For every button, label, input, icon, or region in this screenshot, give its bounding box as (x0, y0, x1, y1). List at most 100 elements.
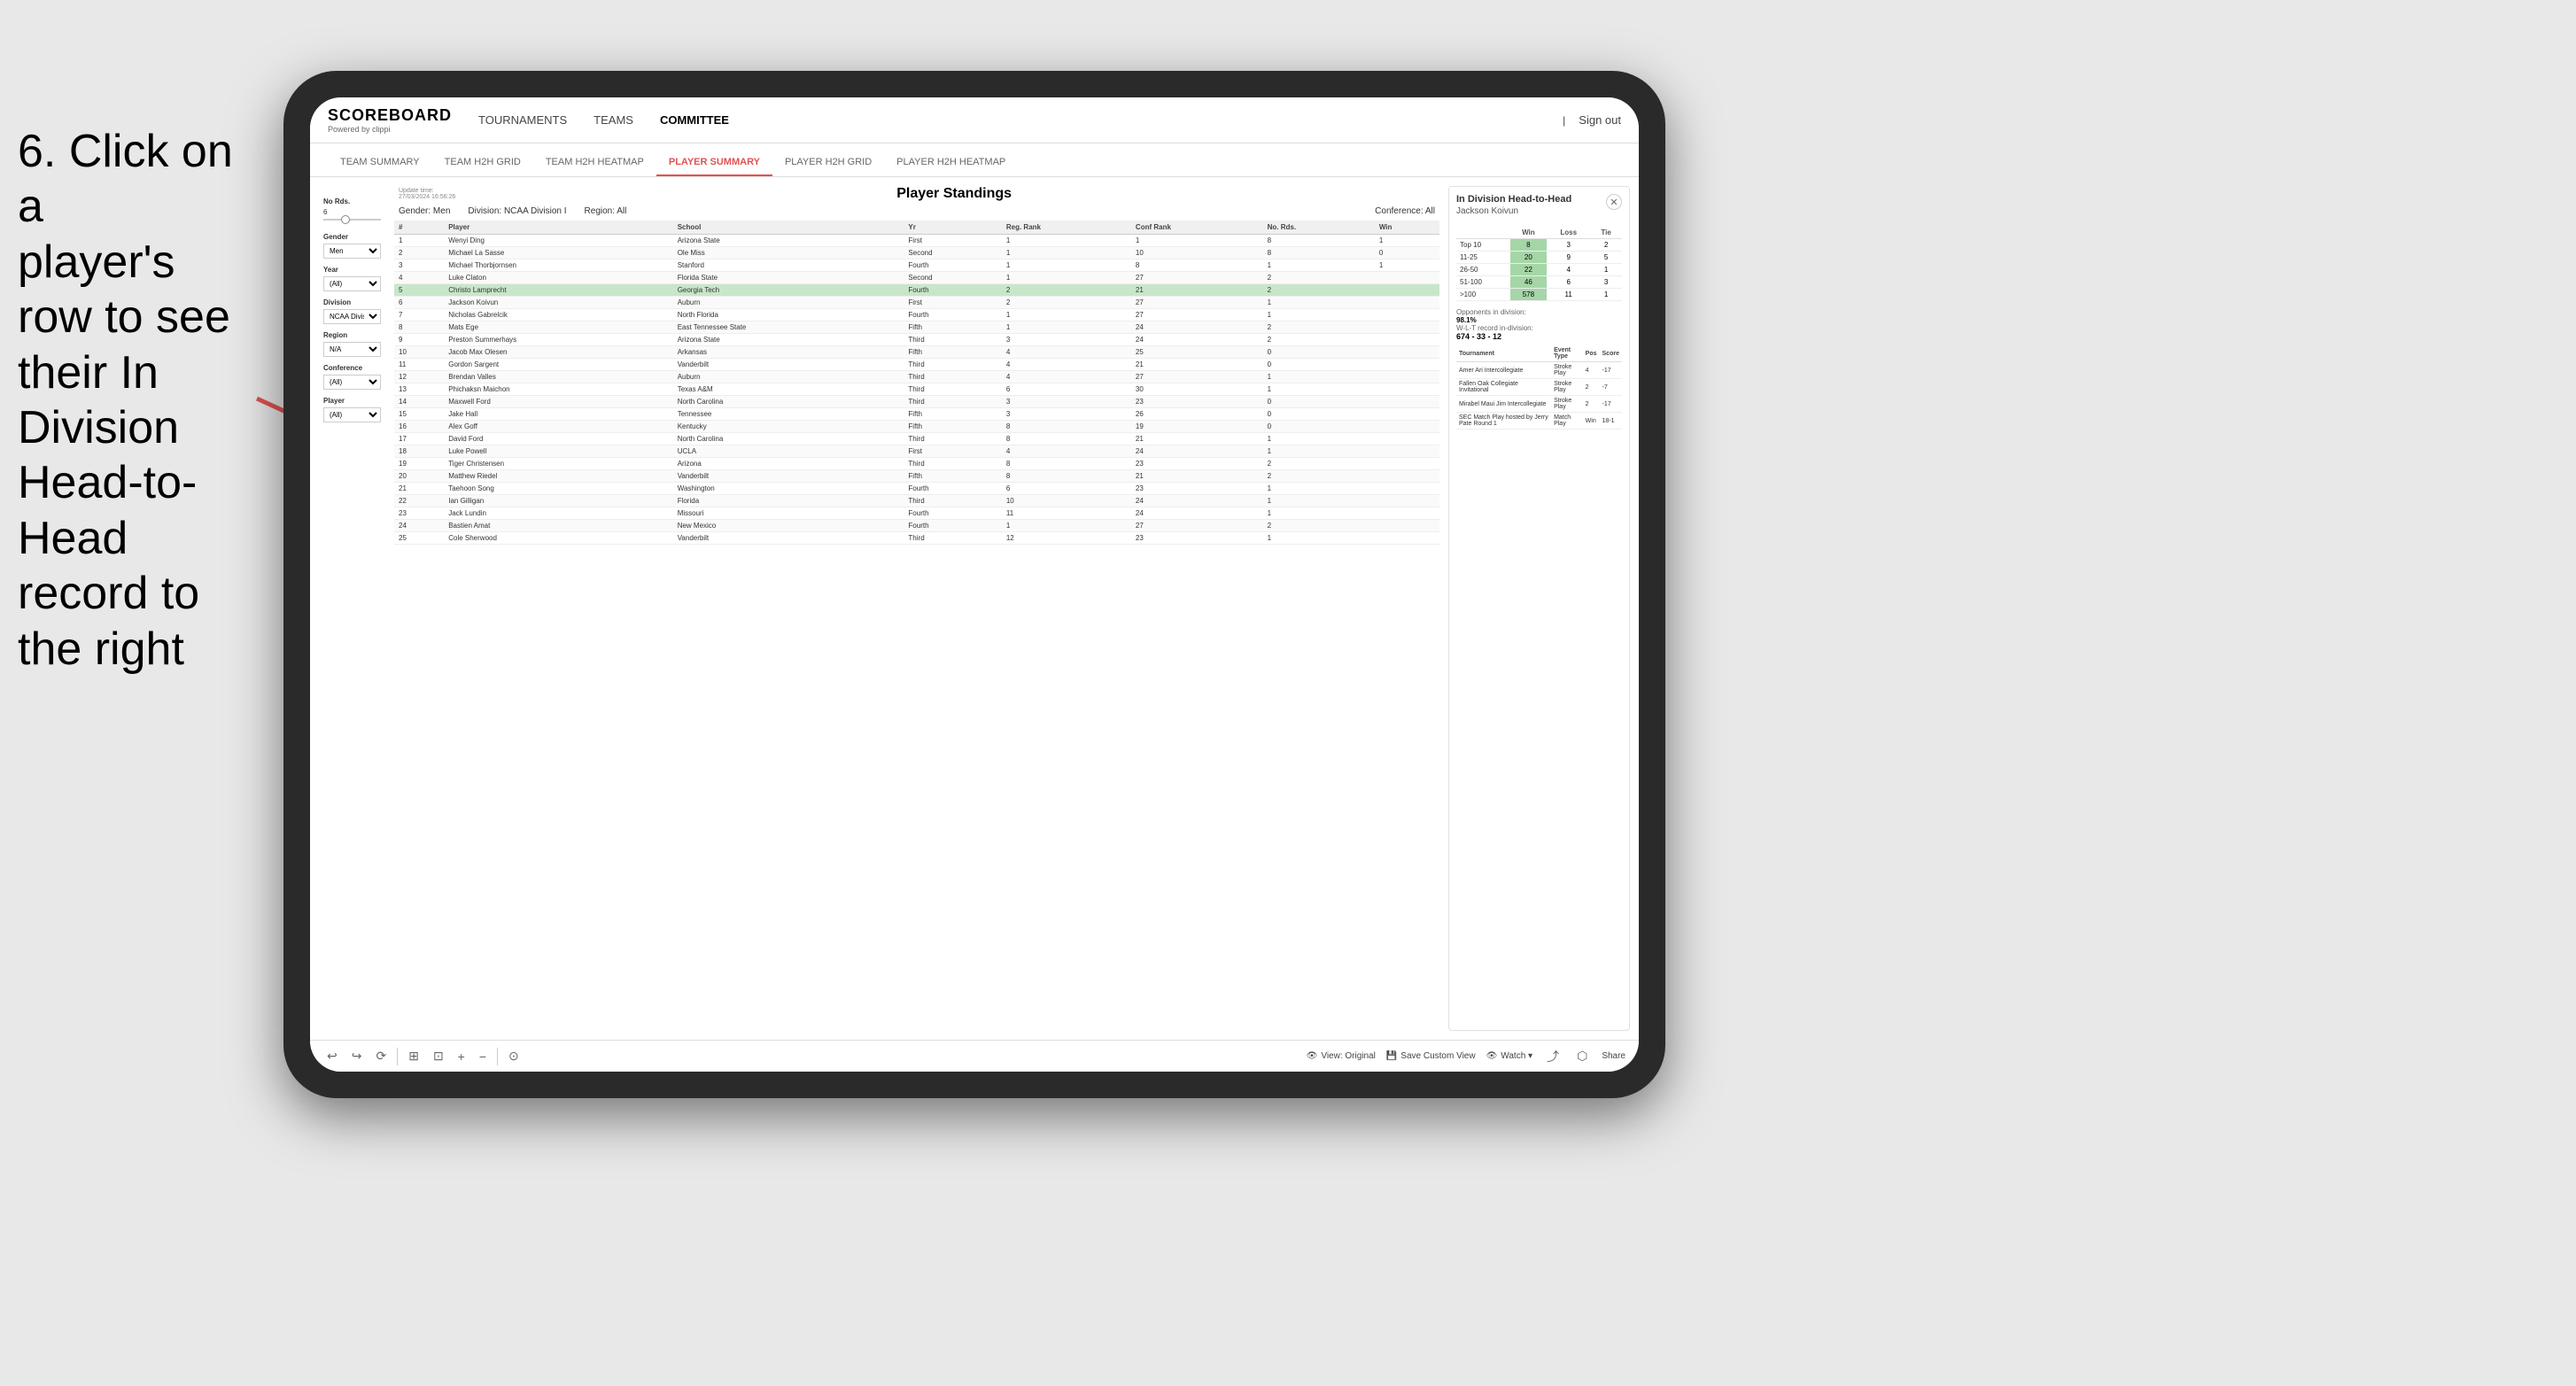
table-row[interactable]: 3 Michael Thorbjornsen Stanford Fourth 1… (394, 259, 1439, 272)
save-custom-button[interactable]: 💾 Save Custom View (1386, 1051, 1476, 1061)
main-content: No Rds. 6 Gender Men Year (All) Division (310, 177, 1639, 1040)
toolbar-btn-4[interactable]: − (476, 1048, 490, 1065)
tour-col-score: Score (1600, 345, 1622, 362)
share-button[interactable]: Share (1602, 1051, 1626, 1061)
view-icon: 👁 (1307, 1051, 1318, 1061)
toolbar-right: 👁 View: Original 💾 Save Custom View 👁 Wa… (1307, 1046, 1626, 1067)
region-select[interactable]: N/A (323, 342, 381, 357)
h2h-panel: In Division Head-to-Head Jackson Koivun … (1448, 186, 1630, 1031)
tournament-row: Amer Ari Intercollegiate Stroke Play 4 -… (1456, 362, 1622, 379)
table-row[interactable]: 2 Michael La Sasse Ole Miss Second 1 10 … (394, 247, 1439, 259)
opponents-pct: 98.1% (1456, 316, 1477, 324)
toolbar-separator-1 (397, 1048, 398, 1065)
conference-select[interactable]: (All) (323, 375, 381, 390)
h2h-close-button[interactable]: ✕ (1606, 194, 1622, 210)
table-row[interactable]: 12 Brendan Valles Auburn Third 4 27 1 (394, 371, 1439, 383)
col-conf-rank: Conf Rank (1131, 221, 1263, 235)
toolbar-share-icon[interactable]: ⤴ (1543, 1046, 1563, 1067)
table-header-info: Update time: 27/03/2024 16:56:26 Player … (394, 186, 1439, 202)
sign-out-link[interactable]: Sign out (1579, 110, 1621, 130)
table-row[interactable]: 1 Wenyi Ding Arizona State First 1 1 8 1 (394, 235, 1439, 247)
tab-team-h2h-grid[interactable]: TEAM H2H GRID (432, 150, 533, 176)
toolbar-btn-3[interactable]: + (454, 1048, 469, 1065)
col-school: School (673, 221, 904, 235)
conference-label: Conference (323, 364, 381, 372)
table-row[interactable]: 18 Luke Powell UCLA First 4 24 1 (394, 445, 1439, 458)
toolbar-export-icon[interactable]: ⬡ (1573, 1047, 1591, 1065)
top-nav: SCOREBOARD Powered by clippi TOURNAMENTS… (310, 97, 1639, 143)
table-row[interactable]: 15 Jake Hall Tennessee Fifth 3 26 0 (394, 408, 1439, 421)
tour-col-pos: Pos (1583, 345, 1600, 362)
toolbar-btn-5[interactable]: ⊙ (505, 1047, 523, 1065)
watch-button[interactable]: 👁 Watch ▾ (1486, 1051, 1532, 1061)
tab-player-h2h-heatmap[interactable]: PLAYER H2H HEATMAP (884, 150, 1018, 176)
h2h-row: Top 10 8 3 2 (1456, 239, 1622, 252)
tour-col-tournament: Tournament (1456, 345, 1551, 362)
year-select[interactable]: (All) (323, 276, 381, 291)
table-row[interactable]: 5 Christo Lamprecht Georgia Tech Fourth … (394, 284, 1439, 297)
wlt-record: 674 - 33 - 12 (1456, 332, 1501, 341)
table-row[interactable]: 9 Preston Summerhays Arizona State Third… (394, 334, 1439, 346)
table-row[interactable]: 24 Bastien Amat New Mexico Fourth 1 27 2 (394, 520, 1439, 532)
region-label: Region (323, 331, 381, 339)
col-win: Win (1375, 221, 1439, 235)
nav-teams[interactable]: TEAMS (594, 110, 633, 130)
table-row[interactable]: 20 Matthew Riedel Vanderbilt Fifth 8 21 … (394, 470, 1439, 483)
table-row[interactable]: 16 Alex Goff Kentucky Fifth 8 19 0 (394, 421, 1439, 433)
tournament-row: Fallen Oak Collegiate Invitational Strok… (1456, 379, 1622, 396)
view-original-button[interactable]: 👁 View: Original (1307, 1051, 1376, 1061)
table-row[interactable]: 4 Luke Claton Florida State Second 1 27 … (394, 272, 1439, 284)
h2h-title: In Division Head-to-Head (1456, 194, 1571, 205)
refresh-button[interactable]: ⟳ (372, 1047, 390, 1065)
table-row[interactable]: 25 Cole Sherwood Vanderbilt Third 12 23 … (394, 532, 1439, 545)
gender-select[interactable]: Men (323, 244, 381, 259)
table-row[interactable]: 21 Taehoon Song Washington Fourth 6 23 1 (394, 483, 1439, 495)
table-row[interactable]: 6 Jackson Koivun Auburn First 2 27 1 (394, 297, 1439, 309)
tablet: SCOREBOARD Powered by clippi TOURNAMENTS… (283, 71, 1665, 1098)
tournament-row: SEC Match Play hosted by Jerry Pate Roun… (1456, 413, 1622, 430)
col-rds: No. Rds. (1263, 221, 1375, 235)
nav-right: | Sign out (1563, 110, 1621, 130)
col-player: Player (444, 221, 672, 235)
save-icon: 💾 (1386, 1051, 1397, 1061)
update-time: Update time: 27/03/2024 16:56:26 (399, 188, 455, 200)
opponents-section: Opponents in division: 98.1% W-L-T recor… (1456, 308, 1622, 341)
col-num: # (394, 221, 444, 235)
table-row[interactable]: 17 David Ford North Carolina Third 8 21 … (394, 433, 1439, 445)
division-select[interactable]: NCAA Division I (323, 309, 381, 324)
bottom-toolbar: ↩ ↪ ⟳ ⊞ ⊡ + − ⊙ 👁 View: Original 💾 Save … (310, 1040, 1639, 1072)
player-select[interactable]: (All) (323, 407, 381, 422)
sub-nav: TEAM SUMMARY TEAM H2H GRID TEAM H2H HEAT… (310, 143, 1639, 177)
table-row[interactable]: 8 Mats Ege East Tennessee State Fifth 1 … (394, 321, 1439, 334)
player-label: Player (323, 397, 381, 405)
toolbar-separator-2 (497, 1048, 498, 1065)
toolbar-btn-1[interactable]: ⊞ (405, 1047, 423, 1065)
h2h-player-name: Jackson Koivun (1456, 206, 1571, 216)
table-row[interactable]: 19 Tiger Christensen Arizona Third 8 23 … (394, 458, 1439, 470)
no-rds-label: No Rds. (323, 197, 381, 205)
h2h-table: Win Loss Tie Top 10 8 3 2 11-25 20 9 5 2… (1456, 227, 1622, 301)
tab-team-h2h-heatmap[interactable]: TEAM H2H HEATMAP (533, 150, 656, 176)
logo-area: SCOREBOARD Powered by clippi (328, 106, 452, 134)
h2h-row: 11-25 20 9 5 (1456, 252, 1622, 264)
tab-player-h2h-grid[interactable]: PLAYER H2H GRID (772, 150, 884, 176)
redo-button[interactable]: ↪ (348, 1047, 366, 1065)
nav-committee[interactable]: COMMITTEE (660, 110, 729, 130)
table-row[interactable]: 11 Gordon Sargent Vanderbilt Third 4 21 … (394, 359, 1439, 371)
tournament-row: Mirabel Maui Jim Intercollegiate Stroke … (1456, 396, 1622, 413)
table-row[interactable]: 13 Phichaksn Maichon Texas A&M Third 6 3… (394, 383, 1439, 396)
table-row[interactable]: 23 Jack Lundin Missouri Fourth 11 24 1 (394, 507, 1439, 520)
tab-team-summary[interactable]: TEAM SUMMARY (328, 150, 432, 176)
undo-button[interactable]: ↩ (323, 1047, 341, 1065)
instruction-text: 6. Click on a player's row to see their … (0, 106, 266, 694)
table-row[interactable]: 10 Jacob Max Olesen Arkansas Fifth 4 25 … (394, 346, 1439, 359)
nav-tournaments[interactable]: TOURNAMENTS (478, 110, 567, 130)
tablet-screen: SCOREBOARD Powered by clippi TOURNAMENTS… (310, 97, 1639, 1072)
h2h-row: 51-100 46 6 3 (1456, 276, 1622, 289)
toolbar-btn-2[interactable]: ⊡ (430, 1047, 447, 1065)
h2h-row: 26-50 22 4 1 (1456, 264, 1622, 276)
table-row[interactable]: 7 Nicholas Gabrelcik North Florida Fourt… (394, 309, 1439, 321)
table-row[interactable]: 14 Maxwell Ford North Carolina Third 3 2… (394, 396, 1439, 408)
tab-player-summary[interactable]: PLAYER SUMMARY (656, 150, 772, 176)
table-row[interactable]: 22 Ian Gilligan Florida Third 10 24 1 (394, 495, 1439, 507)
